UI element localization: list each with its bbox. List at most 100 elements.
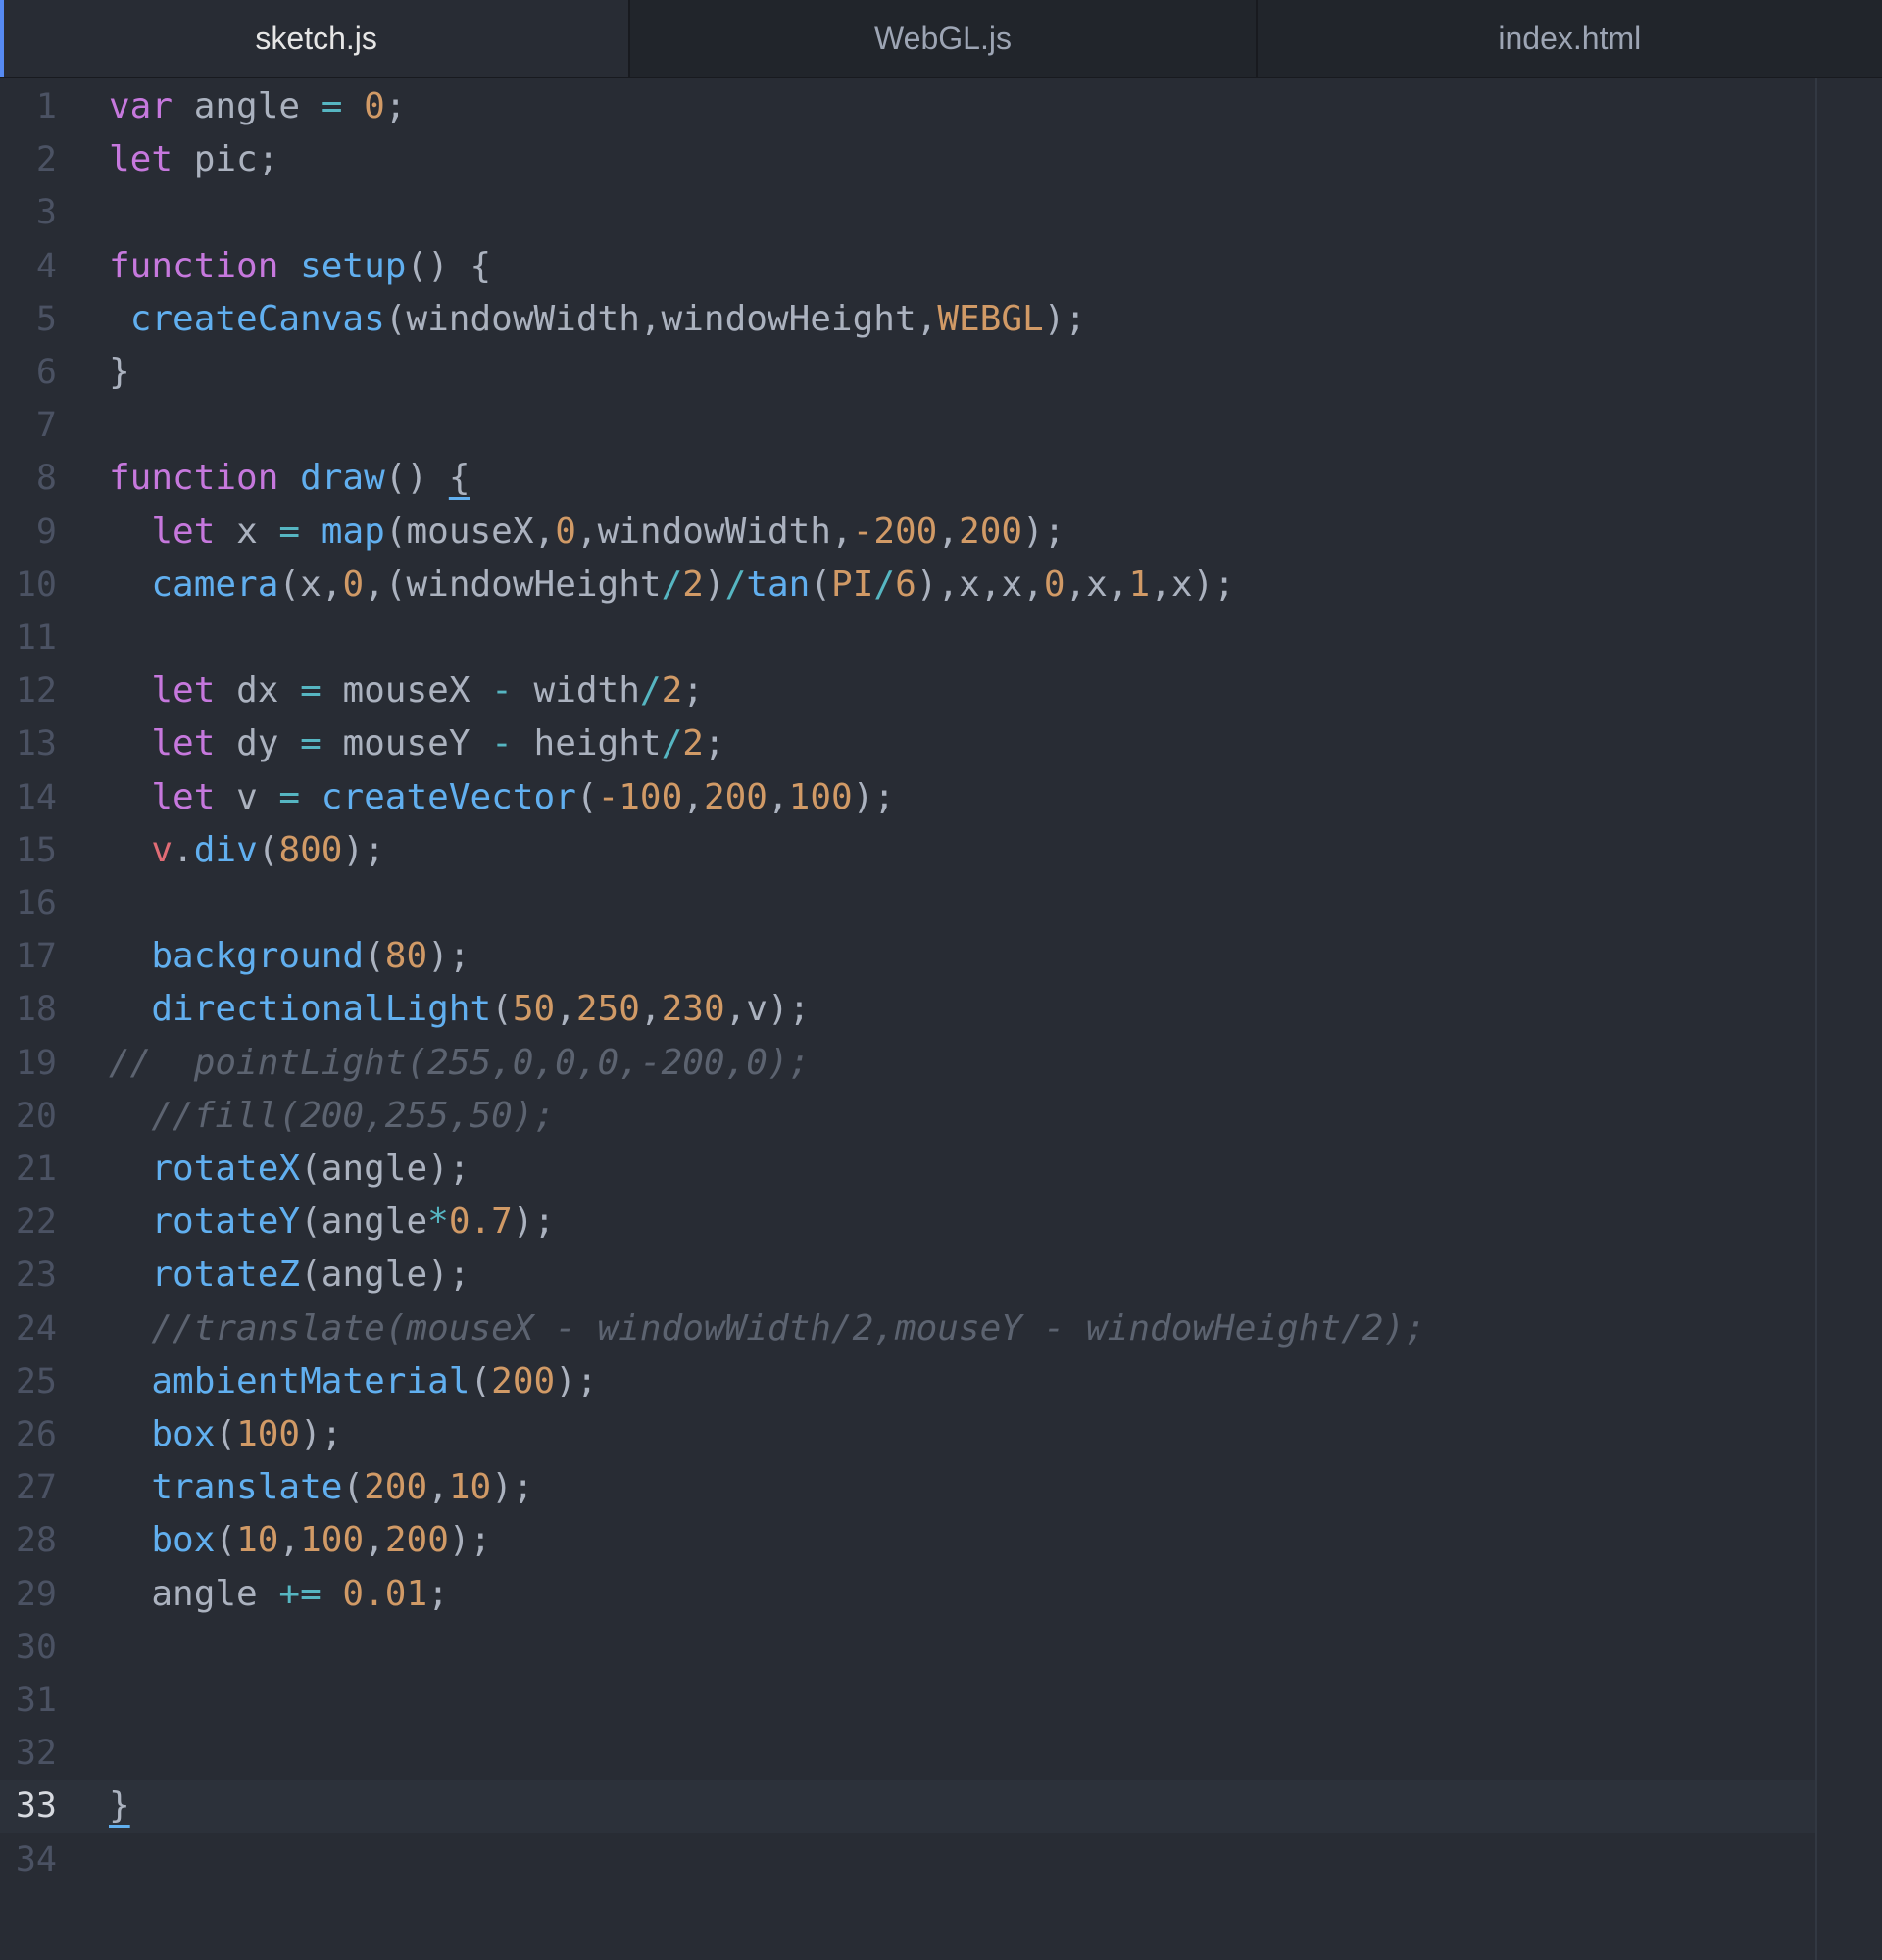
code-line[interactable]: 21 rotateX(angle);: [0, 1143, 1815, 1196]
code-line[interactable]: 24 //translate(mouseX - windowWidth/2,mo…: [0, 1302, 1815, 1355]
line-number: 23: [15, 1255, 57, 1296]
code-token: let: [151, 670, 237, 711]
code-line[interactable]: 12 let dx = mouseX - width/2;: [0, 664, 1815, 717]
tab-sketch-js[interactable]: sketch.js: [0, 0, 631, 77]
line-source: directionalLight(50,250,230,v);: [109, 983, 810, 1036]
code-line[interactable]: 2 let pic;: [0, 133, 1815, 186]
line-number: 29: [15, 1574, 57, 1614]
code-token: 10: [448, 1467, 492, 1508]
code-token: 10: [236, 1520, 279, 1561]
code-token: //translate(mouseX - windowWidth/2,mouse…: [109, 1307, 1426, 1348]
code-token: }: [109, 352, 130, 392]
code-area[interactable]: 1 var angle = 0; 2 let pic; 3 4 function setup…: [0, 78, 1815, 1960]
code-line[interactable]: 15 v.div(800);: [0, 824, 1815, 877]
code-token: 0.01: [342, 1573, 428, 1614]
code-token: PI: [831, 564, 874, 605]
code-token: (: [215, 1520, 237, 1561]
code-token: );: [555, 1360, 598, 1401]
code-token: /: [873, 564, 896, 605]
line-number: 33: [15, 1787, 57, 1827]
code-line[interactable]: 18 directionalLight(50,250,230,v);: [0, 983, 1815, 1036]
code-line[interactable]: 23 rotateZ(angle);: [0, 1249, 1815, 1301]
code-token: ,: [278, 1520, 301, 1561]
line-source: box(10,100,200);: [109, 1514, 491, 1567]
line-source: ambientMaterial(200);: [109, 1355, 598, 1408]
code-line[interactable]: 28 box(10,100,200);: [0, 1514, 1815, 1567]
code-token: 200: [959, 511, 1023, 552]
code-line[interactable]: 11: [0, 612, 1815, 664]
code-line[interactable]: 16: [0, 877, 1815, 930]
code-line[interactable]: 5 createCanvas(windowWidth,windowHeight,…: [0, 293, 1815, 346]
line-source: camera(x,0,(windowHeight/2)/tan(PI/6),x,…: [109, 559, 1235, 612]
code-token: 230: [661, 989, 725, 1030]
code-token: (: [215, 1414, 237, 1454]
code-editor[interactable]: sketch.js WebGL.js index.html 1 var angle…: [0, 0, 1882, 1960]
tab-webgl-js[interactable]: WebGL.js: [630, 0, 1258, 77]
line-number: 32: [15, 1734, 57, 1774]
code-token: map: [321, 511, 385, 552]
code-line[interactable]: 4 function setup() {: [0, 240, 1815, 293]
code-line[interactable]: 26 box(100);: [0, 1408, 1815, 1461]
code-line[interactable]: 7: [0, 399, 1815, 452]
line-number: 16: [15, 884, 57, 923]
line-source: }: [109, 1780, 130, 1833]
code-line[interactable]: 9 let x = map(mouseX,0,windowWidth,-200,…: [0, 506, 1815, 559]
code-token: box: [151, 1520, 216, 1561]
code-token: ,x,: [1065, 564, 1129, 605]
code-token: (mouseX,: [384, 511, 556, 552]
code-line[interactable]: 22 rotateY(angle*0.7);: [0, 1196, 1815, 1249]
code-line[interactable]: 34: [0, 1834, 1815, 1886]
code-token: /: [661, 564, 683, 605]
line-number: 20: [15, 1096, 57, 1136]
code-token: 0: [342, 564, 365, 605]
code-line[interactable]: 10 camera(x,0,(windowHeight/2)/tan(PI/6)…: [0, 559, 1815, 612]
code-line[interactable]: 31: [0, 1674, 1815, 1727]
line-source: let dx = mouseX - width/2;: [109, 664, 704, 717]
code-line[interactable]: 17 background(80);: [0, 930, 1815, 983]
code-token: ,: [767, 776, 789, 817]
code-line[interactable]: 19 // pointLight(255,0,0,0,-200,0);: [0, 1037, 1815, 1090]
vertical-scrollbar[interactable]: [1817, 78, 1882, 1960]
code-token: createCanvas: [129, 298, 385, 339]
code-line[interactable]: 25 ambientMaterial(200);: [0, 1355, 1815, 1408]
code-line[interactable]: 6}: [0, 346, 1815, 399]
code-token: 100: [788, 776, 853, 817]
code-line[interactable]: 20 //fill(200,255,50);: [0, 1090, 1815, 1143]
line-number: 1: [35, 87, 57, 126]
code-token: );: [512, 1201, 556, 1243]
code-token: =: [321, 86, 365, 126]
code-token: background: [151, 936, 365, 977]
line-number: 14: [15, 777, 57, 817]
tab-index-html[interactable]: index.html: [1258, 0, 1882, 77]
line-number: 5: [35, 299, 57, 339]
code-line[interactable]: 3: [0, 186, 1815, 239]
code-line[interactable]: 27 translate(200,10);: [0, 1461, 1815, 1514]
code-token: draw: [300, 458, 385, 499]
line-source: translate(200,10);: [109, 1461, 533, 1514]
code-line[interactable]: 1 var angle = 0;: [0, 80, 1815, 133]
code-token: WEBGL: [937, 298, 1044, 339]
line-source: rotateY(angle*0.7);: [109, 1196, 555, 1249]
tab-bar: sketch.js WebGL.js index.html: [0, 0, 1882, 78]
code-token: mouseY: [342, 723, 492, 764]
line-source: angle += 0.01;: [109, 1568, 448, 1621]
line-number: 22: [15, 1202, 57, 1243]
code-line[interactable]: 32: [0, 1727, 1815, 1780]
code-line[interactable]: 8 function draw() {: [0, 452, 1815, 505]
code-token: v: [151, 829, 173, 870]
code-line[interactable]: 29 angle += 0.01;: [0, 1568, 1815, 1621]
code-line[interactable]: 33}: [0, 1780, 1815, 1834]
code-token: .: [173, 829, 194, 870]
code-line[interactable]: 14 let v = createVector(-100,200,100);: [0, 771, 1815, 824]
code-line[interactable]: 13 let dy = mouseY - height/2;: [0, 717, 1815, 770]
code-token: ,windowWidth,: [575, 511, 853, 552]
code-token: let: [151, 723, 237, 764]
code-line[interactable]: 30: [0, 1621, 1815, 1674]
code-token: );: [342, 829, 385, 870]
code-token: let: [151, 511, 237, 552]
code-token: 2: [682, 723, 704, 764]
